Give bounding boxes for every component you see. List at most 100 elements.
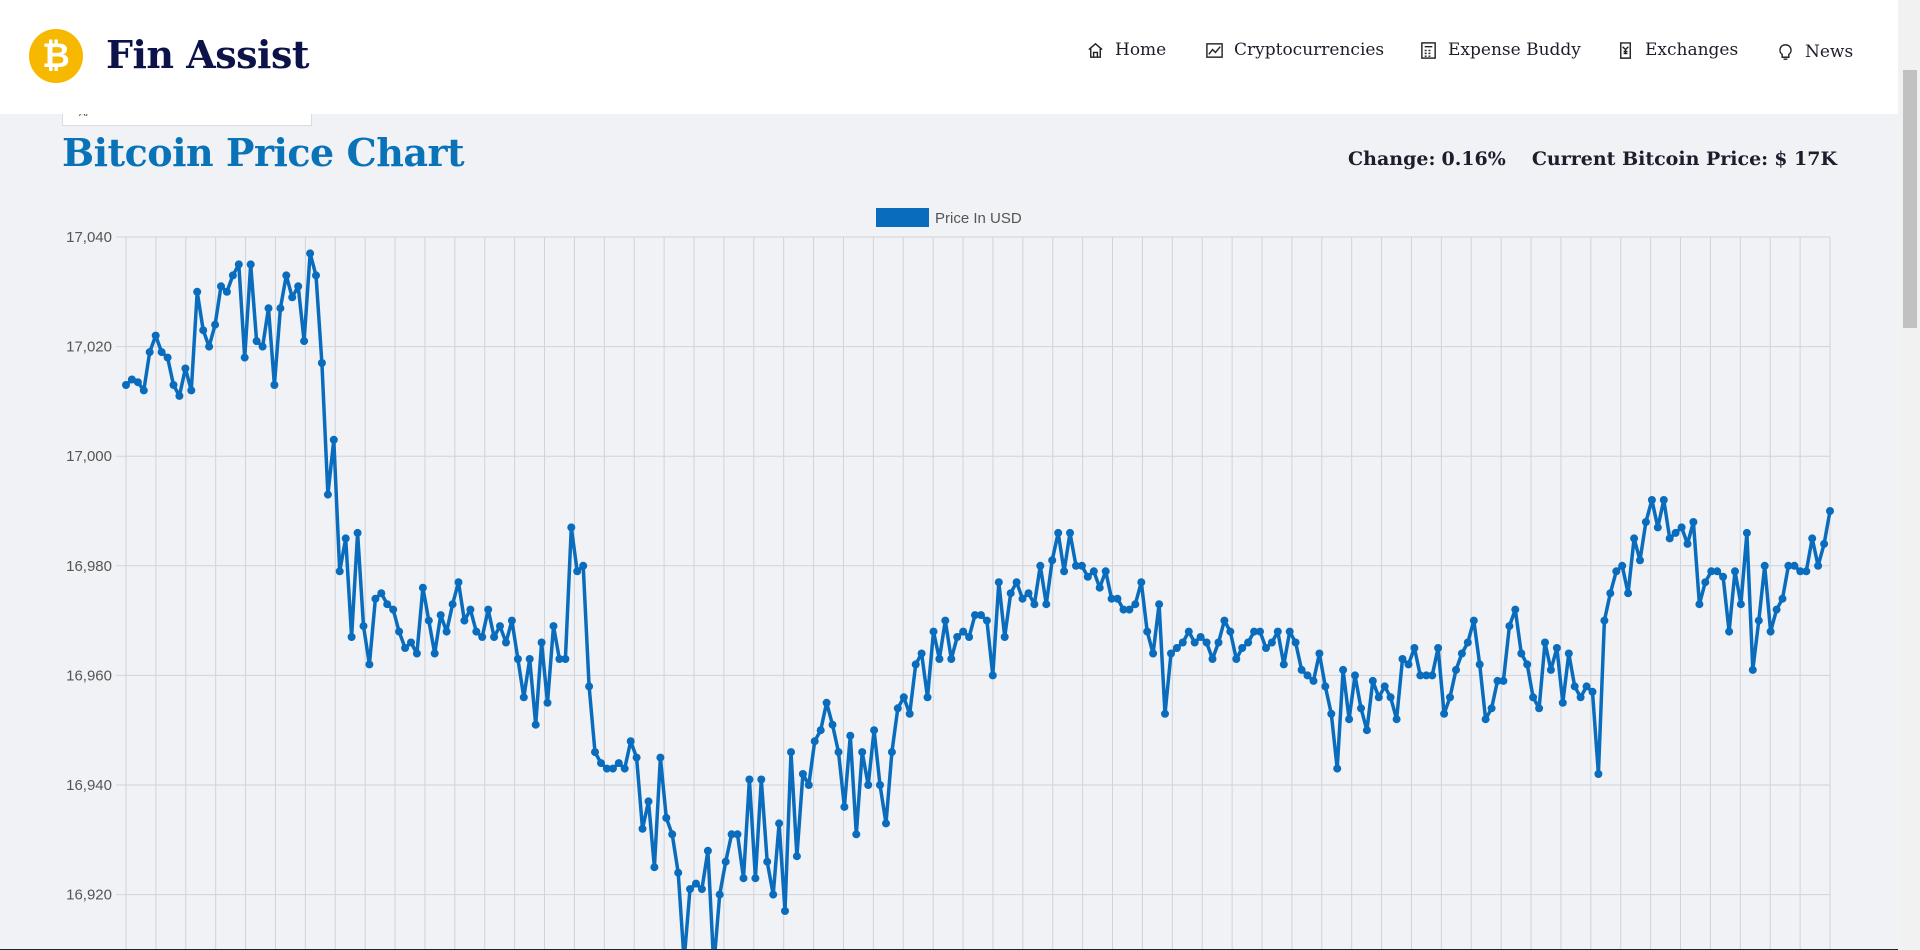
- data-point[interactable]: [1457, 649, 1466, 658]
- data-point[interactable]: [1362, 726, 1371, 735]
- data-point[interactable]: [620, 764, 629, 773]
- data-point[interactable]: [721, 857, 730, 866]
- data-point[interactable]: [1030, 600, 1039, 609]
- data-point[interactable]: [1101, 567, 1110, 576]
- data-point[interactable]: [222, 287, 231, 296]
- data-point[interactable]: [1570, 682, 1579, 691]
- data-point[interactable]: [953, 633, 962, 641]
- data-point[interactable]: [1766, 627, 1775, 636]
- data-point[interactable]: [371, 594, 380, 603]
- search-input[interactable]: Al: [62, 108, 312, 126]
- data-point[interactable]: [1392, 715, 1401, 724]
- data-point[interactable]: [1066, 528, 1074, 537]
- data-point[interactable]: [662, 813, 671, 822]
- data-point[interactable]: [1731, 567, 1739, 576]
- data-point[interactable]: [1006, 589, 1015, 598]
- data-point[interactable]: [122, 381, 130, 389]
- data-point[interactable]: [1244, 638, 1253, 647]
- data-point[interactable]: [686, 885, 694, 894]
- data-point[interactable]: [163, 353, 172, 362]
- data-point[interactable]: [899, 693, 908, 702]
- data-point[interactable]: [941, 616, 950, 625]
- data-point[interactable]: [1083, 572, 1092, 581]
- data-point[interactable]: [460, 616, 469, 625]
- data-point[interactable]: [905, 709, 914, 718]
- data-point[interactable]: [1523, 660, 1532, 669]
- data-point[interactable]: [1487, 704, 1496, 713]
- data-point[interactable]: [1535, 704, 1544, 713]
- data-point[interactable]: [353, 528, 362, 537]
- data-point[interactable]: [715, 890, 724, 899]
- nav-home[interactable]: Home: [1086, 40, 1166, 60]
- data-point[interactable]: [893, 704, 902, 713]
- data-point[interactable]: [632, 753, 641, 762]
- data-point[interactable]: [1095, 583, 1104, 592]
- data-point[interactable]: [407, 638, 415, 647]
- data-point[interactable]: [697, 885, 706, 894]
- data-point[interactable]: [1475, 660, 1484, 669]
- data-point[interactable]: [1137, 578, 1146, 587]
- data-point[interactable]: [1541, 638, 1549, 647]
- data-point[interactable]: [1036, 561, 1045, 570]
- data-point[interactable]: [751, 874, 760, 883]
- data-point[interactable]: [1576, 693, 1585, 702]
- data-point[interactable]: [1149, 649, 1158, 658]
- data-point[interactable]: [787, 748, 795, 757]
- data-point[interactable]: [674, 868, 683, 877]
- data-point[interactable]: [947, 655, 956, 663]
- data-point[interactable]: [822, 698, 831, 707]
- data-point[interactable]: [1042, 600, 1051, 609]
- data-point[interactable]: [1440, 709, 1449, 718]
- nav-cryptocurrencies[interactable]: Cryptocurrencies: [1205, 40, 1384, 60]
- data-point[interactable]: [1558, 698, 1567, 707]
- data-point[interactable]: [448, 600, 457, 609]
- data-point[interactable]: [703, 846, 712, 855]
- data-point[interactable]: [608, 764, 617, 773]
- data-point[interactable]: [1374, 693, 1383, 702]
- data-point[interactable]: [994, 578, 1003, 587]
- data-point[interactable]: [834, 748, 843, 757]
- data-point[interactable]: [1748, 665, 1757, 674]
- data-point[interactable]: [1398, 655, 1407, 663]
- data-point[interactable]: [401, 644, 410, 652]
- data-point[interactable]: [1196, 633, 1205, 641]
- data-point[interactable]: [1012, 578, 1021, 587]
- data-point[interactable]: [1760, 561, 1769, 570]
- data-point[interactable]: [312, 271, 320, 280]
- nav-news[interactable]: News: [1776, 42, 1853, 62]
- data-point[interactable]: [1167, 649, 1175, 658]
- data-point[interactable]: [1677, 523, 1686, 532]
- data-point[interactable]: [1220, 616, 1229, 625]
- data-point[interactable]: [988, 671, 997, 680]
- data-point[interactable]: [1719, 572, 1728, 581]
- data-point[interactable]: [478, 633, 487, 641]
- data-point[interactable]: [1089, 567, 1098, 576]
- data-point[interactable]: [1178, 638, 1187, 647]
- data-point[interactable]: [1125, 605, 1134, 614]
- data-point[interactable]: [1695, 600, 1704, 609]
- data-point[interactable]: [1641, 518, 1650, 526]
- data-point[interactable]: [1054, 528, 1063, 537]
- data-point[interactable]: [1368, 676, 1377, 685]
- data-point[interactable]: [1273, 627, 1282, 636]
- data-point[interactable]: [169, 381, 178, 389]
- data-point[interactable]: [1208, 655, 1217, 663]
- data-point[interactable]: [977, 611, 985, 620]
- page-scrollbar[interactable]: [1900, 0, 1920, 950]
- data-point[interactable]: [828, 720, 837, 729]
- data-point[interactable]: [317, 359, 326, 367]
- data-point[interactable]: [187, 386, 196, 395]
- data-point[interactable]: [887, 748, 896, 757]
- data-point[interactable]: [395, 627, 404, 636]
- data-point[interactable]: [870, 726, 879, 735]
- data-point[interactable]: [852, 830, 861, 839]
- data-point[interactable]: [306, 249, 315, 258]
- data-point[interactable]: [1291, 638, 1300, 647]
- data-point[interactable]: [804, 781, 813, 789]
- data-point[interactable]: [139, 386, 148, 395]
- data-point[interactable]: [1546, 665, 1555, 674]
- data-point[interactable]: [1517, 649, 1526, 658]
- data-point[interactable]: [929, 627, 938, 636]
- data-point[interactable]: [1463, 638, 1472, 647]
- data-point[interactable]: [597, 759, 605, 768]
